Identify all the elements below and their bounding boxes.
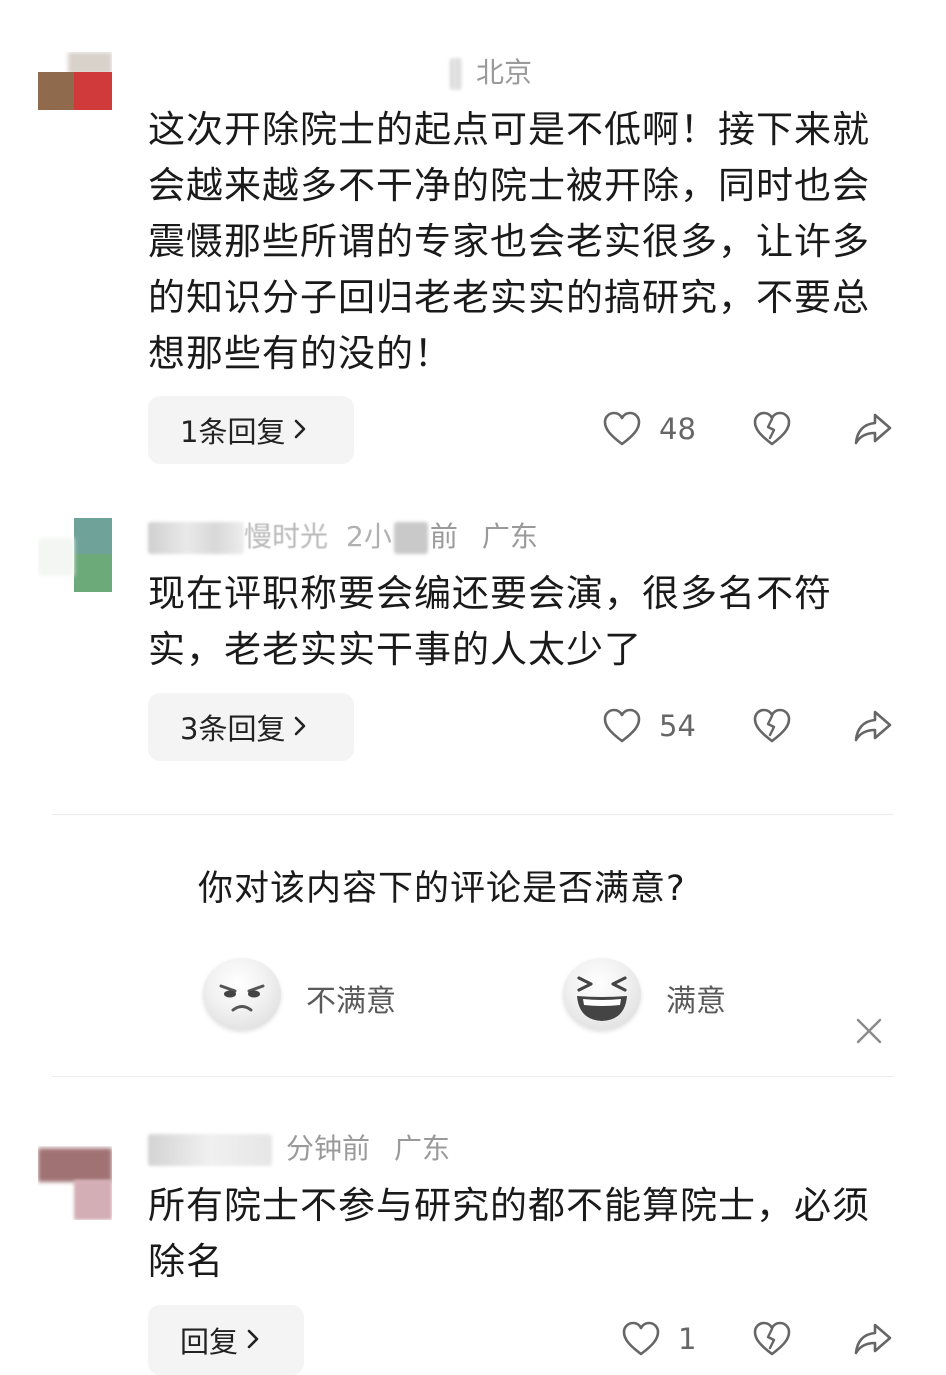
comment-meta: 分钟前 广东: [148, 1132, 450, 1166]
like-button[interactable]: 1: [622, 1321, 696, 1357]
reply-label: 回复: [180, 1325, 239, 1359]
avatar[interactable]: [38, 518, 112, 592]
avatar[interactable]: [38, 52, 112, 126]
like-count: 1: [678, 1322, 697, 1356]
heart-outline-icon: [622, 1321, 660, 1357]
survey-question: 你对该内容下的评论是否满意?: [198, 869, 686, 909]
dislike-button[interactable]: [753, 411, 791, 447]
share-button[interactable]: [853, 708, 893, 744]
replies-label: 3条回复: [180, 712, 286, 746]
chevron-right-icon: [293, 413, 307, 448]
broken-heart-icon: [753, 708, 791, 744]
replies-button[interactable]: 1条回复: [148, 396, 354, 464]
survey-option-label: 不满意: [306, 984, 396, 1019]
broken-heart-icon: [753, 1321, 791, 1357]
broken-heart-icon: [753, 411, 791, 447]
like-button[interactable]: 54: [603, 708, 696, 744]
share-button[interactable]: [853, 411, 893, 447]
like-button[interactable]: 48: [603, 411, 696, 447]
like-count: 54: [659, 709, 696, 743]
heart-outline-icon: [603, 708, 641, 744]
comment-text: 这次开除院士的起点可是不低啊！接下来就会越来越多不干净的院士被开除，同时也会震慑…: [148, 108, 870, 375]
avatar[interactable]: [38, 1146, 112, 1220]
replies-button[interactable]: 3条回复: [148, 693, 354, 761]
laughing-face-icon: [563, 958, 641, 1030]
location: 北京: [476, 56, 533, 89]
chevron-right-icon: [293, 710, 307, 745]
share-arrow-icon: [853, 1321, 893, 1357]
comment-meta: 北京: [450, 56, 532, 90]
comment-text: 现在评职称要会编还要会演，很多名不符实，老老实实干事的人太少了: [148, 572, 832, 671]
survey-option-label: 满意: [666, 984, 726, 1019]
timestamp: 分钟前: [286, 1132, 371, 1165]
location: 广东: [394, 1132, 451, 1165]
location: 广东: [481, 520, 538, 553]
dislike-button[interactable]: [753, 708, 791, 744]
comment-meta: 慢时光 2小前广东: [148, 520, 538, 554]
like-count: 48: [659, 412, 696, 446]
chevron-right-icon: [246, 1323, 260, 1358]
reply-button[interactable]: 回复: [148, 1305, 304, 1375]
username[interactable]: 慢时光: [244, 520, 328, 553]
timestamp: 2小前: [346, 520, 458, 554]
close-icon[interactable]: [855, 1017, 883, 1049]
unhappy-face-icon: [203, 958, 281, 1030]
share-button[interactable]: [853, 1321, 893, 1357]
divider: [52, 1076, 894, 1077]
divider: [52, 814, 894, 815]
share-arrow-icon: [853, 411, 893, 447]
replies-label: 1条回复: [180, 415, 286, 449]
dislike-button[interactable]: [753, 1321, 791, 1357]
comment-text: 所有院士不参与研究的都不能算院士，必须除名: [148, 1184, 870, 1283]
share-arrow-icon: [853, 708, 893, 744]
heart-outline-icon: [603, 411, 641, 447]
